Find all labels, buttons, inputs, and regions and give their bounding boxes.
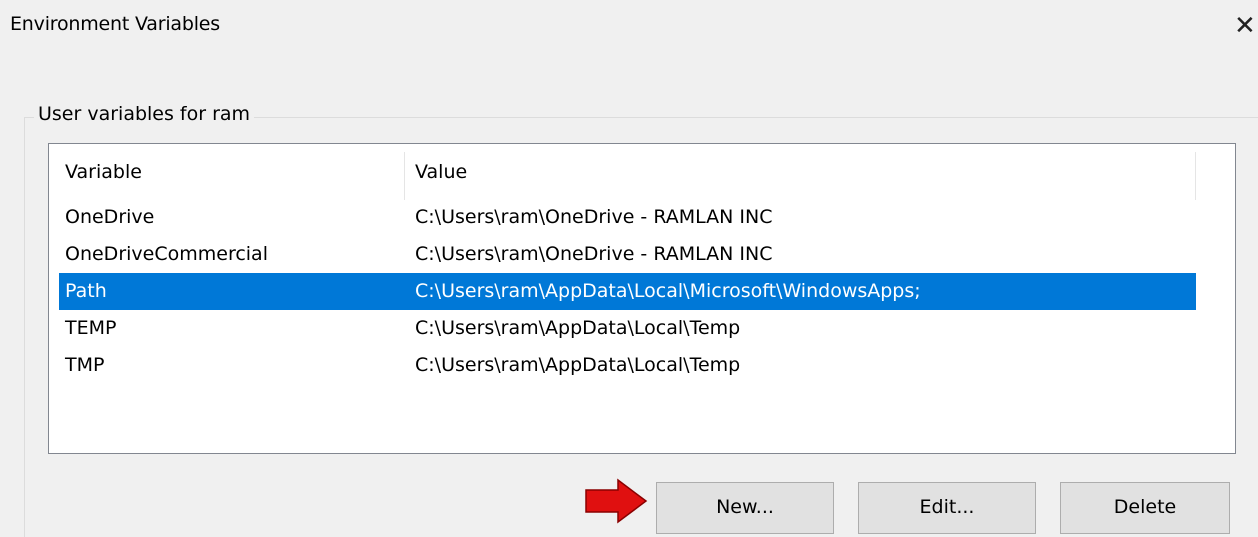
- edit-button[interactable]: Edit...: [858, 482, 1036, 534]
- variable-value: C:\Users\ram\OneDrive - RAMLAN INC: [415, 243, 773, 265]
- column-separator[interactable]: [1195, 152, 1196, 200]
- list-item-path[interactable]: Path C:\Users\ram\AppData\Local\Microsof…: [59, 273, 1196, 310]
- dialog-title: Environment Variables: [10, 13, 220, 35]
- variable-value: C:\Users\ram\AppData\Local\Microsoft\Win…: [415, 280, 921, 302]
- variable-value: C:\Users\ram\AppData\Local\Temp: [415, 354, 741, 376]
- variable-name: TEMP: [65, 317, 117, 339]
- column-header-value[interactable]: Value: [415, 161, 467, 183]
- variable-name: OneDrive: [65, 206, 155, 228]
- list-item-onedrive[interactable]: OneDrive C:\Users\ram\OneDrive - RAMLAN …: [59, 199, 1196, 236]
- variable-name: Path: [65, 280, 107, 302]
- variable-value: C:\Users\ram\OneDrive - RAMLAN INC: [415, 206, 773, 228]
- user-variables-group-label: User variables for ram: [34, 103, 255, 125]
- variable-name: TMP: [65, 354, 105, 376]
- list-item-tmp[interactable]: TMP C:\Users\ram\AppData\Local\Temp: [59, 347, 1196, 384]
- new-button[interactable]: New...: [656, 482, 834, 534]
- column-separator[interactable]: [404, 152, 405, 200]
- title-bar: Environment Variables ✕: [0, 0, 1258, 58]
- list-item-temp[interactable]: TEMP C:\Users\ram\AppData\Local\Temp: [59, 310, 1196, 347]
- column-header-variable[interactable]: Variable: [65, 161, 142, 183]
- close-icon[interactable]: ✕: [1234, 6, 1258, 46]
- list-header: Variable Value: [49, 144, 1235, 200]
- user-variables-list[interactable]: Variable Value OneDrive C:\Users\ram\One…: [48, 143, 1236, 454]
- right-arrow-icon: [585, 478, 648, 524]
- list-item-onedrivecommercial[interactable]: OneDriveCommercial C:\Users\ram\OneDrive…: [59, 236, 1196, 273]
- variable-value: C:\Users\ram\AppData\Local\Temp: [415, 317, 741, 339]
- variable-name: OneDriveCommercial: [65, 243, 268, 265]
- delete-button[interactable]: Delete: [1060, 482, 1230, 534]
